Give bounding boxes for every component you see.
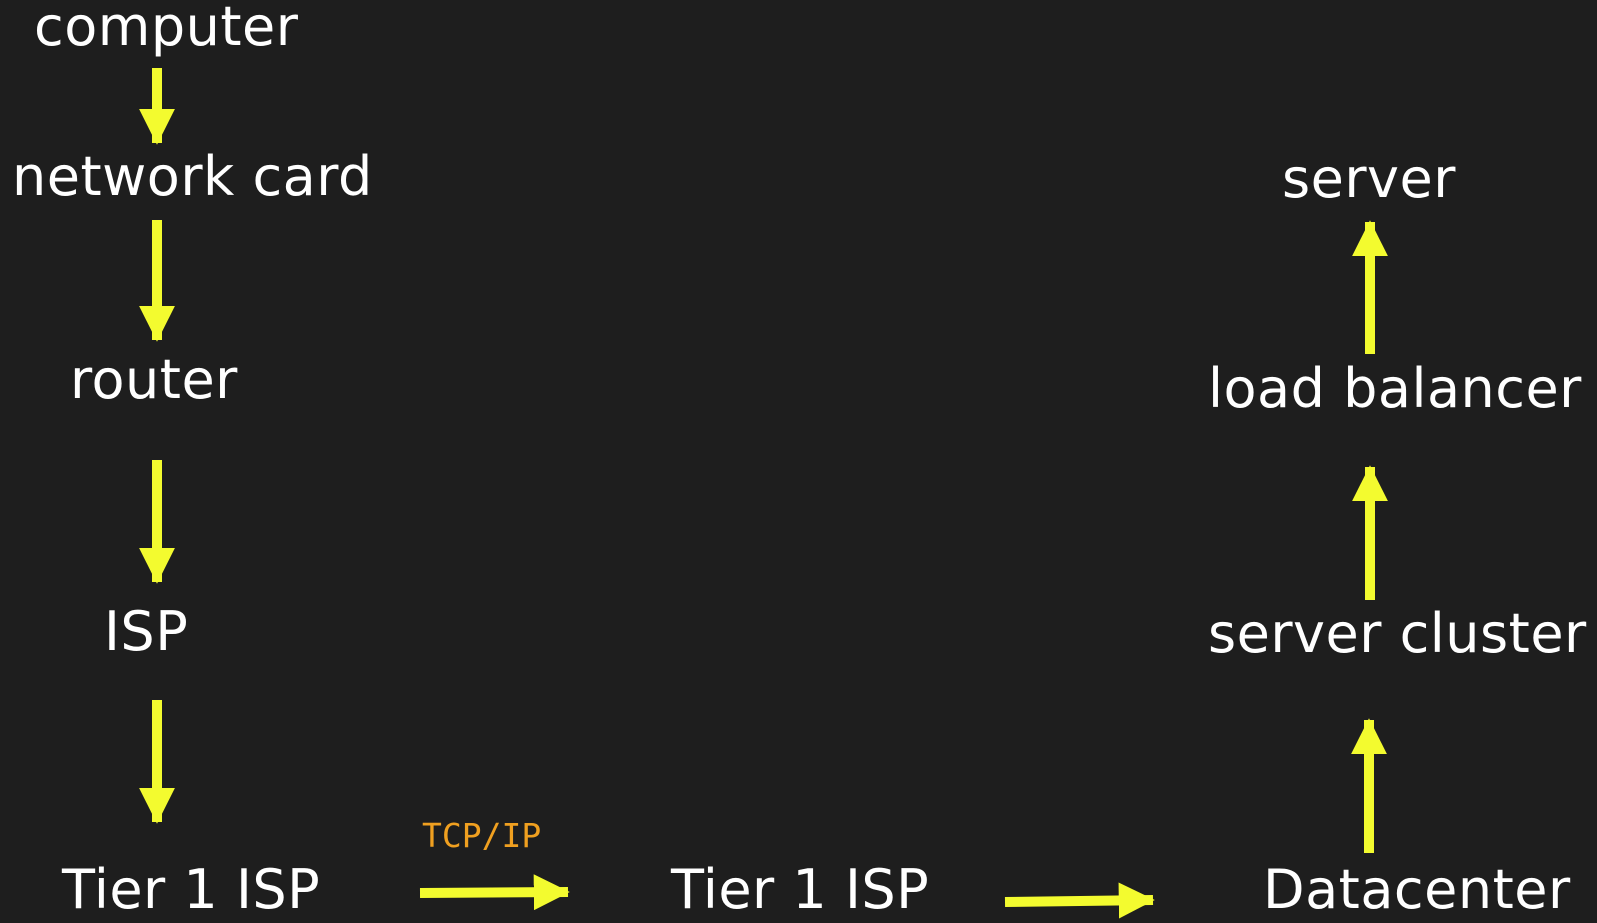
network-path-diagram: computer network card router ISP Tier 1 … <box>0 0 1597 923</box>
node-load-balancer: load balancer <box>1208 357 1582 420</box>
node-tier1-isp-a: Tier 1 ISP <box>62 858 321 921</box>
arrow-tier1-to-tier1 <box>419 874 570 911</box>
edge-label-tcp-ip: TCP/IP <box>422 816 542 855</box>
arrow-tier1-to-datacenter <box>1004 882 1155 919</box>
node-server: server <box>1282 147 1456 210</box>
node-network-card: network card <box>12 145 373 208</box>
node-datacenter: Datacenter <box>1263 858 1571 921</box>
node-tier1-isp-b: Tier 1 ISP <box>671 858 930 921</box>
node-router: router <box>70 348 238 411</box>
node-isp: ISP <box>104 600 189 663</box>
arrow-layer <box>139 68 1388 919</box>
node-server-cluster: server cluster <box>1208 602 1587 665</box>
node-computer: computer <box>34 0 299 58</box>
